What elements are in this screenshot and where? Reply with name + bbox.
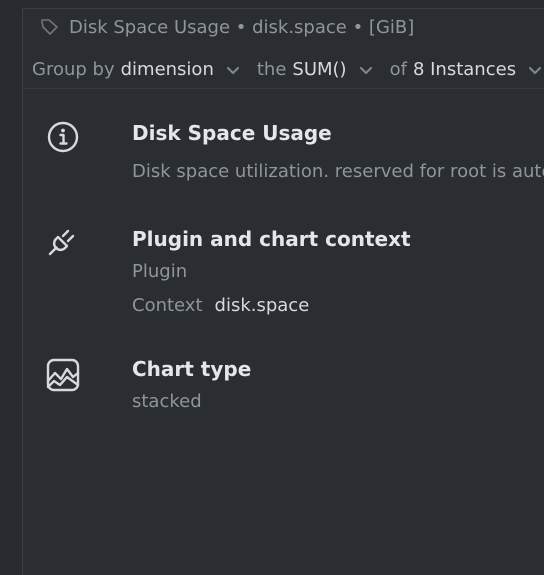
group-by-value: dimension xyxy=(120,59,214,80)
page: Disk Space Usage • disk.space • [GiB] Gr… xyxy=(0,0,544,575)
chart-icon xyxy=(45,357,81,393)
info-description: Disk space utilization. reserved for roo… xyxy=(132,161,544,182)
instances-label: of xyxy=(389,59,407,80)
info-title: Disk Space Usage xyxy=(132,121,332,145)
chart-type-section: Chart type stacked xyxy=(45,355,544,435)
chevron-down-icon xyxy=(358,62,374,78)
instances-value: 8 Instances xyxy=(412,59,517,80)
chart-type-body: Chart type stacked xyxy=(132,355,251,419)
plug-icon xyxy=(45,223,81,259)
context-section: Plugin and chart context Plugin Context d… xyxy=(45,223,544,343)
chart-title: Disk Space Usage • disk.space • [GiB] xyxy=(69,16,415,38)
chart-title-bar: Disk Space Usage • disk.space • [GiB] xyxy=(23,9,544,45)
aggregation-label: the xyxy=(256,59,287,80)
group-by-dropdown[interactable]: Group by dimension xyxy=(32,59,257,80)
context-body: Plugin and chart context Plugin Context d… xyxy=(132,225,411,323)
aggregation-value: SUM() xyxy=(292,59,347,80)
context-row: Context disk.space xyxy=(132,289,411,323)
chart-type-value: stacked xyxy=(132,391,202,412)
group-by-bar: Group by dimension the SUM() of 8 Instan… xyxy=(23,51,544,89)
group-by-label: Group by xyxy=(32,59,115,80)
aggregation-dropdown[interactable]: the SUM() xyxy=(257,59,390,80)
tag-icon xyxy=(39,16,61,38)
instances-dropdown[interactable]: of 8 Instances xyxy=(390,59,544,80)
info-body: Disk Space Usage Disk space utilization.… xyxy=(132,119,544,189)
chart-info-panel: Disk Space Usage • disk.space • [GiB] Gr… xyxy=(22,8,544,575)
chart-type-title: Chart type xyxy=(132,357,252,381)
context-label: Context xyxy=(132,295,203,316)
info-icon xyxy=(45,119,81,155)
chevron-down-icon xyxy=(527,62,543,78)
plugin-label: Plugin xyxy=(132,261,188,282)
context-title: Plugin and chart context xyxy=(132,227,411,251)
context-value: disk.space xyxy=(214,295,310,316)
chevron-down-icon xyxy=(225,62,241,78)
info-section: Disk Space Usage Disk space utilization.… xyxy=(45,117,544,197)
